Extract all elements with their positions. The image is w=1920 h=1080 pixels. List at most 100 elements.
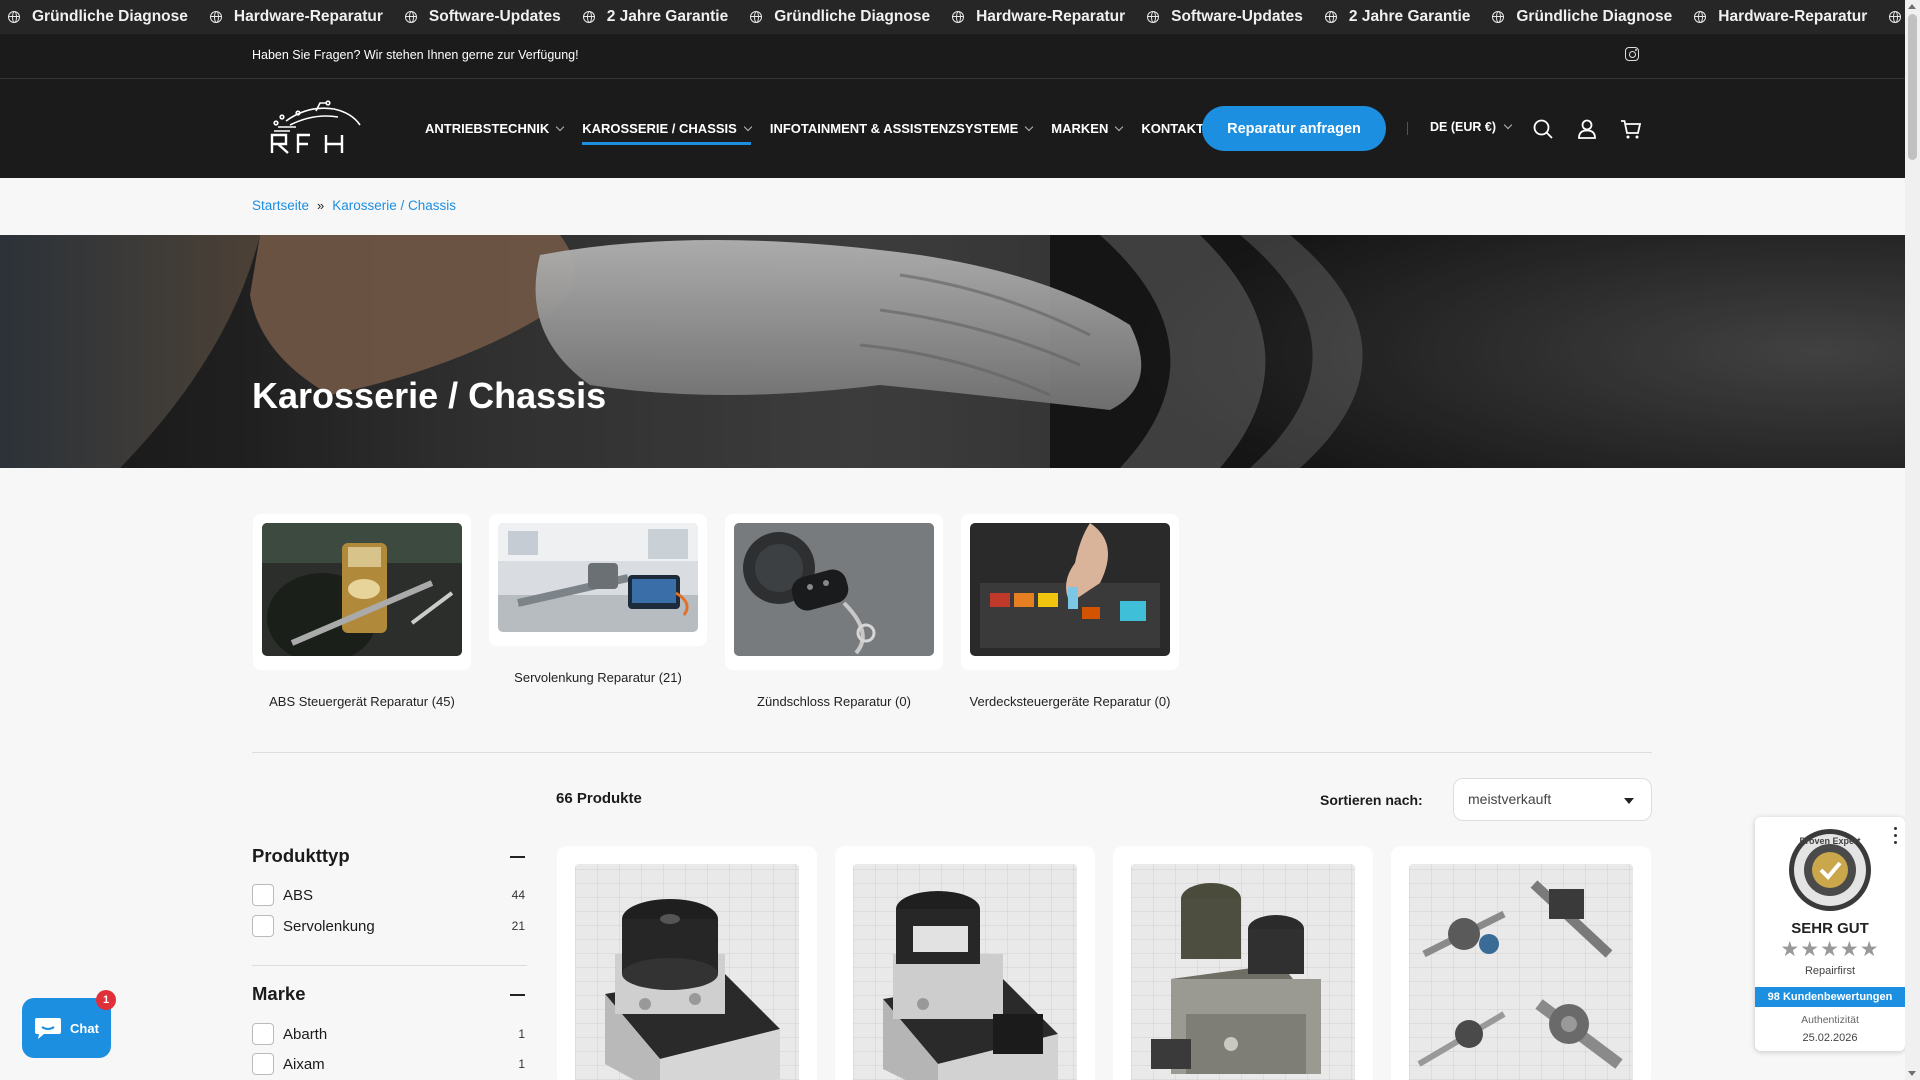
more-options-icon[interactable]: [1894, 827, 1897, 844]
scroll-up-arrow-icon[interactable]: [1908, 4, 1916, 9]
filter-heading-produkttyp[interactable]: Produkttyp: [252, 845, 350, 867]
checkbox[interactable]: [252, 884, 274, 906]
chat-button[interactable]: Chat 1: [22, 990, 116, 1058]
request-repair-button[interactable]: Reparatur anfragen: [1202, 106, 1386, 151]
marquee-text: Hardware-Reparatur: [233, 8, 383, 25]
seal-text: Proven Expert: [1799, 836, 1860, 846]
nav-antriebstechnik[interactable]: ANTRIEBSTECHNIK: [425, 112, 565, 146]
filter-option-abs[interactable]: ABS 44: [252, 884, 525, 906]
globe-icon: [1694, 11, 1707, 23]
sort-label: Sortieren nach:: [1320, 792, 1423, 808]
collapse-minus-icon[interactable]: [510, 994, 525, 996]
nav-label: ANTRIEBSTECHNIK: [425, 121, 550, 136]
marquee-item: Software-Updates: [1147, 8, 1303, 26]
rating-label: SEHR GUT: [1791, 920, 1869, 937]
company-name: Repairfirst: [1804, 965, 1856, 977]
category-label: Verdecksteuergeräte Reparatur (0): [969, 694, 1171, 709]
filter-option-label: Servolenkung: [283, 917, 375, 935]
caret-down-icon: [1624, 798, 1634, 804]
marquee-item: 2 Jahre Garantie: [1324, 8, 1470, 26]
authenticity-date: 25.02.2026: [1802, 1032, 1858, 1044]
review-count[interactable]: 98 Kundenbewertungen: [1755, 987, 1905, 1007]
breadcrumb-current-link[interactable]: Karosserie / Chassis: [332, 198, 456, 213]
marquee-item: Gründliche Diagnose: [750, 8, 930, 26]
marquee-text: Gründliche Diagnose: [1516, 8, 1673, 25]
sort-select[interactable]: meistverkauft: [1453, 778, 1652, 821]
category-image: [262, 523, 462, 663]
category-card-verdecksteuergeraete[interactable]: Verdecksteuergeräte Reparatur (0): [960, 514, 1180, 709]
globe-icon: [1889, 11, 1902, 23]
search-icon[interactable]: [1532, 118, 1554, 140]
nav-kontakt[interactable]: KONTAKT: [1141, 112, 1204, 146]
notification-badge: 1: [96, 990, 116, 1010]
cart-icon[interactable]: [1620, 118, 1642, 140]
breadcrumb: Startseite » Karosserie / Chassis: [252, 198, 456, 213]
filter-option-count: 1: [518, 1057, 525, 1071]
divider: [1407, 122, 1408, 135]
nav-infotainment[interactable]: INFOTAINMENT & ASSISTENZSYSTEME: [770, 112, 1034, 146]
divider: [252, 965, 527, 966]
globe-icon: [1147, 11, 1160, 23]
marquee-item: Gründliche Diagnose: [1492, 8, 1672, 26]
filter-option-abarth[interactable]: Abarth 1: [252, 1023, 525, 1045]
chevron-down-icon: [1115, 122, 1124, 131]
product-image: [853, 864, 1077, 1080]
proven-expert-widget[interactable]: Proven Expert SEHR GUT ★★★★★ Repairfirst…: [1755, 817, 1905, 1051]
category-card-abs[interactable]: ABS Steuergerät Reparatur (45): [252, 514, 472, 709]
marquee-text: 2 Jahre Garantie: [606, 8, 729, 25]
nav-karosserie-chassis[interactable]: KAROSSERIE / CHASSIS: [582, 112, 753, 146]
category-image: [970, 523, 1170, 656]
marquee-text: Gründliche Diagnose: [774, 8, 931, 25]
scrollbar-thumb[interactable]: [1908, 14, 1917, 160]
nav-label: KONTAKT: [1141, 121, 1204, 136]
site-logo[interactable]: [268, 99, 368, 157]
product-card[interactable]: [1391, 846, 1651, 1080]
category-label: Zündschloss Reparatur (0): [757, 694, 911, 709]
collapse-minus-icon[interactable]: [510, 856, 525, 858]
globe-icon: [8, 11, 20, 23]
globe-icon: [209, 11, 222, 23]
checkbox[interactable]: [252, 915, 274, 937]
category-label: Servolenkung Reparatur (21): [514, 670, 682, 685]
product-card[interactable]: [1113, 846, 1373, 1080]
marquee-text: Hardware-Reparatur: [1718, 8, 1868, 25]
nav-marken[interactable]: MARKEN: [1051, 112, 1124, 146]
marquee-item: Hardware-Reparatur: [1694, 8, 1867, 26]
page-scrollbar[interactable]: [1905, 0, 1920, 1080]
category-image-frame: [489, 514, 707, 646]
globe-icon: [1324, 11, 1337, 23]
category-label: ABS Steuergerät Reparatur (45): [269, 694, 455, 709]
marquee-text: Software-Updates: [1171, 8, 1303, 25]
category-image-frame: [961, 514, 1179, 670]
sort-value: meistverkauft: [1468, 791, 1552, 807]
marquee-item: Software-Updates: [404, 8, 561, 26]
filter-option-count: 21: [511, 919, 525, 933]
scroll-down-arrow-icon[interactable]: [1908, 1071, 1916, 1076]
announcement-marquee: Gründliche Diagnose Hardware-Reparatur Sof…: [0, 0, 1905, 34]
rating-stars: ★★★★★: [1780, 938, 1880, 961]
category-card-servolenkung[interactable]: Servolenkung Reparatur (21): [488, 514, 708, 709]
breadcrumb-home-link[interactable]: Startseite: [252, 198, 309, 213]
product-image: [1131, 864, 1355, 1080]
collection-hero-banner: Karosserie / Chassis: [0, 235, 1905, 468]
filter-heading-marke[interactable]: Marke: [252, 983, 305, 1005]
instagram-icon[interactable]: [1625, 47, 1639, 61]
chat-bubble-icon: [35, 1018, 62, 1039]
marquee-item: 2 Jahre Garantie: [582, 8, 729, 26]
product-image: [1409, 864, 1633, 1080]
category-card-zuendschloss[interactable]: Zündschloss Reparatur (0): [724, 514, 944, 709]
checkbox[interactable]: [252, 1053, 274, 1075]
checkbox[interactable]: [252, 1023, 274, 1045]
account-icon[interactable]: [1576, 118, 1598, 140]
language-label: DE (EUR €): [1430, 120, 1496, 134]
chevron-down-icon: [743, 122, 753, 131]
proven-expert-seal-icon: Proven Expert: [1789, 829, 1871, 911]
hero-image: [0, 235, 1905, 468]
category-image: [734, 523, 934, 656]
filter-option-aixam[interactable]: Aixam 1: [252, 1053, 525, 1075]
product-card[interactable]: [835, 846, 1095, 1080]
language-selector[interactable]: DE (EUR €): [1430, 120, 1513, 134]
chat-label: Chat: [70, 1020, 99, 1036]
filter-option-servolenkung[interactable]: Servolenkung 21: [252, 915, 525, 937]
product-card[interactable]: [557, 846, 817, 1080]
